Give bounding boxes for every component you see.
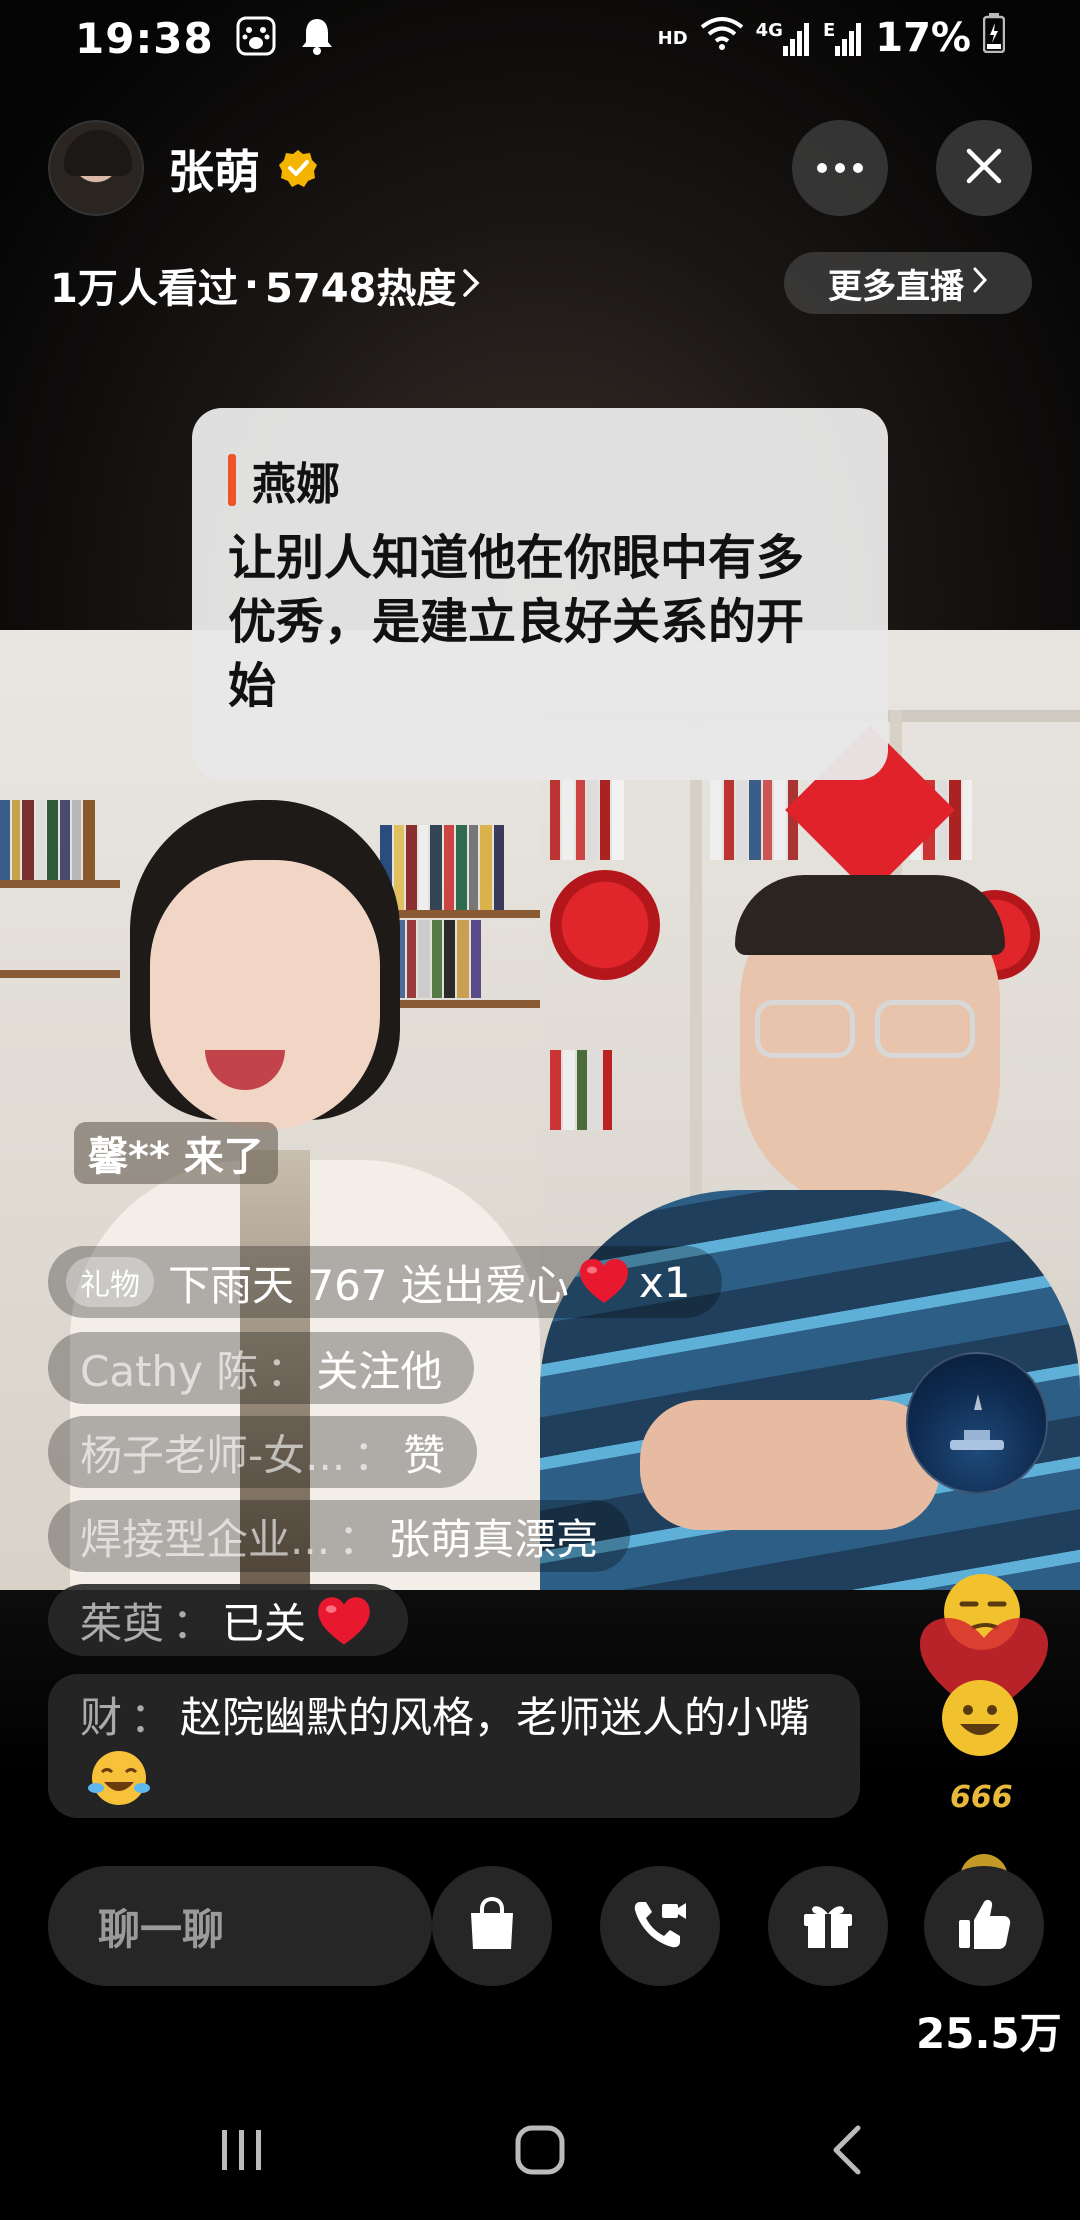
gift-button[interactable] — [768, 1866, 888, 1986]
chat-separator: ： — [353, 1430, 396, 1480]
label-666: 666 — [950, 1780, 1013, 1815]
shelf — [380, 1000, 540, 1008]
status-bar: 19:38 HD 4G E 17% — [0, 0, 1080, 76]
shelf — [0, 970, 120, 978]
chat-input[interactable]: 聊一聊 — [48, 1866, 432, 1986]
status-indicators: HD 4G E 17% — [657, 13, 1006, 63]
stats-separator: · — [243, 262, 260, 308]
hair — [735, 875, 1005, 955]
heat-score: 5748热度 — [265, 266, 457, 312]
chat-message[interactable]: 杨子老师-女... ： 赞 — [48, 1416, 478, 1488]
gift-icon — [801, 1898, 855, 1954]
ellipsis-icon — [816, 159, 864, 178]
more-live-label: 更多直播 — [828, 266, 964, 307]
chat-text: 关注他 — [316, 1346, 443, 1396]
streamer-avatar[interactable] — [48, 120, 144, 216]
chat-username: 财 — [80, 1693, 123, 1742]
more-options-button[interactable] — [792, 120, 888, 216]
glasses-left — [755, 1000, 855, 1058]
thumbs-up-icon — [956, 1896, 1012, 1956]
chat-username: 焊接型企业... — [80, 1514, 331, 1564]
shelf — [0, 880, 120, 888]
red-paper-ornament — [550, 870, 660, 980]
books — [380, 825, 540, 910]
avatar-hair — [64, 130, 132, 176]
e-label: E — [822, 20, 836, 41]
streamer-name[interactable]: 张萌 — [168, 136, 260, 202]
chat-message[interactable]: 焊接型企业... ： 张萌真漂亮 — [48, 1500, 631, 1572]
chat-text: 赞 — [403, 1430, 446, 1480]
home-button[interactable] — [508, 2120, 572, 2184]
quote-card: 燕娜 让别人知道他在你眼中有多优秀，是建立良好关系的开始 — [192, 408, 888, 780]
close-button[interactable] — [936, 120, 1032, 216]
shopping-bag-icon — [467, 1896, 517, 1955]
stream-stats[interactable]: 1万人看过 · 5748热度 — [50, 256, 480, 314]
recent-apps-button[interactable] — [210, 2120, 274, 2184]
books — [550, 780, 680, 860]
chat-username: 杨子老师-女... — [80, 1430, 346, 1480]
net-label: 4G — [755, 20, 783, 41]
chat-text: 已关 — [222, 1598, 307, 1648]
verified-badge-icon — [278, 148, 318, 188]
books — [550, 1050, 680, 1130]
like-count: 25.5万 — [916, 2009, 1062, 2058]
gift-message[interactable]: 礼物 下雨天 767 送出爱心 x1 — [48, 1246, 723, 1318]
baidu-paw-icon — [236, 16, 276, 60]
chat-text: 赵院幽默的风格，老师迷人的小嘴 — [180, 1693, 811, 1742]
video-call-button[interactable] — [600, 1866, 720, 1986]
chevron-right-icon — [972, 263, 988, 303]
gift-tag: 礼物 — [66, 1257, 154, 1307]
shelf — [380, 910, 540, 918]
battery-icon — [982, 13, 1006, 63]
battery-percent: 17% — [875, 15, 971, 61]
like-button[interactable] — [924, 1866, 1044, 1986]
bell-icon — [298, 16, 336, 60]
glasses-right — [875, 1000, 975, 1058]
floating-promo-badge[interactable] — [906, 1352, 1048, 1494]
back-button[interactable] — [816, 2120, 880, 2184]
heart-icon — [314, 1593, 370, 1647]
viewer-count: 1万人看过 — [50, 266, 238, 312]
chat-message[interactable]: 茱萸 ： 已关 — [48, 1584, 409, 1656]
chat-text: 张萌真漂亮 — [388, 1514, 599, 1564]
books — [0, 800, 120, 880]
grin-emoji-icon — [936, 1676, 1024, 1760]
laughing-crying-emoji-icon — [86, 1748, 152, 1824]
recent-apps-icon — [218, 2126, 266, 2178]
chat-message[interactable]: 财：赵院幽默的风格，老师迷人的小嘴 — [48, 1674, 860, 1818]
join-notice: 馨** 来了 — [74, 1122, 278, 1184]
back-icon — [828, 2124, 868, 2180]
chat-message[interactable]: Cathy 陈 ： 关注他 — [48, 1332, 475, 1404]
chevron-right-icon — [462, 262, 480, 308]
chat-separator: ： — [266, 1346, 309, 1396]
chat-separator: ： — [130, 1693, 173, 1742]
chat-separator: ： — [338, 1514, 381, 1564]
cabinet-divider — [690, 710, 702, 1210]
chat-username: Cathy 陈 — [80, 1346, 259, 1396]
signal-4g-icon: 4G — [756, 20, 811, 56]
chat-separator: ： — [172, 1598, 215, 1648]
quote-accent-bar — [228, 454, 236, 506]
gift-text: 下雨天 767 送出爱心 — [168, 1260, 569, 1310]
shop-button[interactable] — [432, 1866, 552, 1986]
heart-icon — [577, 1255, 631, 1309]
quote-text: 让别人知道他在你眼中有多优秀，是建立良好关系的开始 — [228, 530, 805, 714]
more-live-button[interactable]: 更多直播 — [784, 252, 1032, 314]
home-icon — [514, 2124, 566, 2180]
hand — [640, 1400, 940, 1530]
wifi-icon — [700, 15, 744, 61]
books — [380, 920, 540, 998]
face — [150, 860, 380, 1130]
phone-video-icon — [632, 1898, 688, 1954]
close-icon — [966, 148, 1002, 188]
status-time: 19:38 — [75, 13, 214, 63]
signal-e-icon: E — [823, 20, 863, 56]
gift-count: x1 — [638, 1257, 691, 1307]
hd-label: HD — [657, 27, 688, 49]
ship-icon — [950, 1394, 1004, 1450]
quote-author: 燕娜 — [252, 459, 340, 510]
chat-username: 茱萸 — [80, 1598, 165, 1648]
